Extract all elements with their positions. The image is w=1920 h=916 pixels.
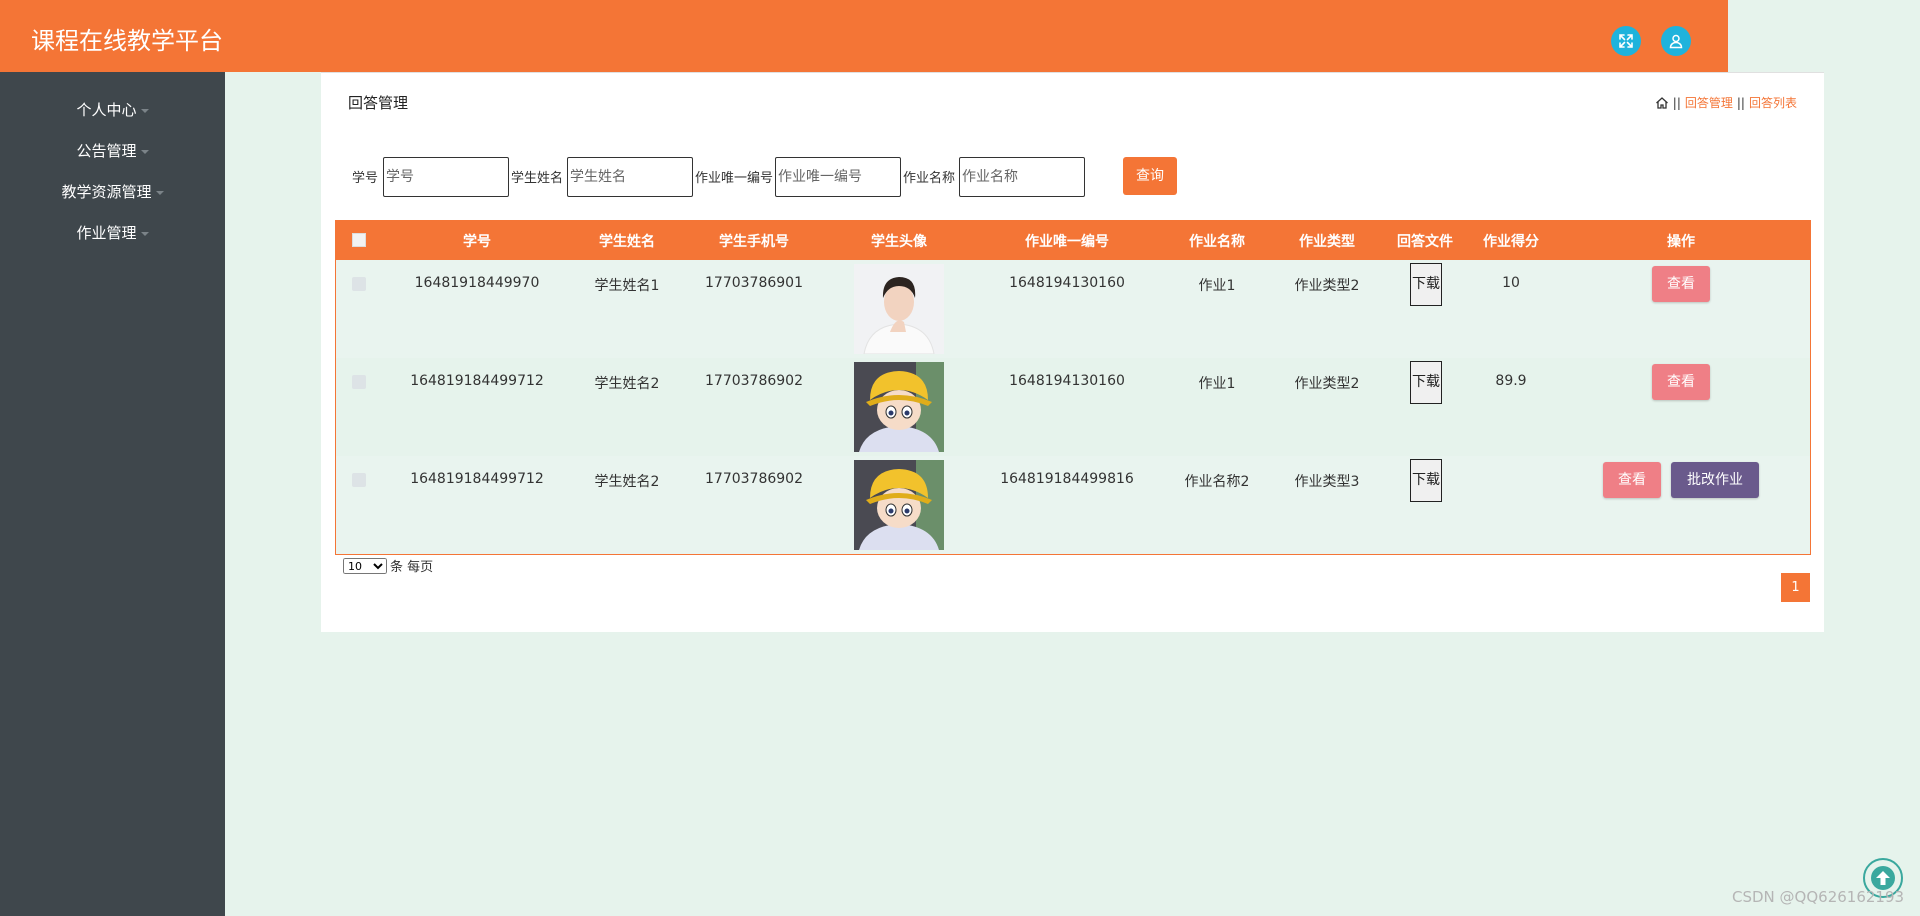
page-number-current[interactable]: 1 <box>1781 573 1810 602</box>
column-header: 学生手机号 <box>719 234 789 250</box>
row-checkbox[interactable] <box>352 473 366 487</box>
student-id-label: 学号 <box>352 171 379 186</box>
homework-name-label: 作业名称 <box>903 171 956 186</box>
page-title: 回答管理 <box>348 94 409 112</box>
view-button[interactable]: 查看 <box>1603 462 1661 498</box>
page-size-control: 10 条 每页 <box>343 556 433 575</box>
cell-student-name: 学生姓名2 <box>594 376 660 392</box>
watermark-text: CSDN @QQ626162193 <box>1732 888 1905 906</box>
cell-score: 89.9 <box>1495 373 1527 389</box>
top-bar: 课程在线教学平台 <box>0 0 1728 72</box>
student-avatar <box>854 264 944 354</box>
cell-homework-id: 1648194130160 <box>1009 373 1125 389</box>
cell-homework-name: 作业1 <box>1198 376 1236 392</box>
row-checkbox[interactable] <box>352 277 366 291</box>
download-button[interactable]: 下载 <box>1410 263 1442 306</box>
cell-homework-id: 164819184499816 <box>1000 471 1134 487</box>
column-header: 作业名称 <box>1189 234 1245 250</box>
homework-id-label: 作业唯一编号 <box>695 171 774 186</box>
column-header: 学号 <box>463 234 491 250</box>
download-button[interactable]: 下载 <box>1410 361 1442 404</box>
cell-homework-type: 作业类型3 <box>1294 474 1360 490</box>
column-header: 学生姓名 <box>599 234 655 250</box>
cell-homework-id: 1648194130160 <box>1009 275 1125 291</box>
cell-phone: 17703786901 <box>705 275 803 291</box>
student-name-input[interactable] <box>567 157 693 197</box>
cell-student-id: 164819184499712 <box>410 471 544 487</box>
user-icon[interactable] <box>1661 26 1691 56</box>
fullscreen-icon[interactable] <box>1611 26 1641 56</box>
column-header: 操作 <box>1667 234 1695 250</box>
column-header: 作业得分 <box>1483 234 1539 250</box>
cell-score: 10 <box>1502 275 1520 291</box>
breadcrumb-separator: || <box>1736 96 1745 110</box>
student-name-label: 学生姓名 <box>511 171 564 186</box>
column-header: 回答文件 <box>1397 234 1453 250</box>
table-row: 16481918449970 学生姓名1 17703786901 1648194… <box>336 260 1810 358</box>
download-button[interactable]: 下载 <box>1410 459 1442 502</box>
row-checkbox[interactable] <box>352 375 366 389</box>
cell-student-name: 学生姓名2 <box>594 474 660 490</box>
home-icon[interactable] <box>1655 96 1669 110</box>
student-id-input[interactable] <box>383 157 509 197</box>
breadcrumb-item[interactable]: 回答列表 <box>1749 93 1797 113</box>
cell-phone: 17703786902 <box>705 471 803 487</box>
view-button[interactable]: 查看 <box>1652 266 1710 302</box>
breadcrumb: || 回答管理 || 回答列表 <box>1655 93 1797 113</box>
breadcrumb-separator: || <box>1672 96 1681 110</box>
table-row: 164819184499712 学生姓名2 17703786902 164819… <box>336 358 1810 456</box>
sidebar-item-label: 个人中心 <box>76 101 137 119</box>
column-header: 作业类型 <box>1299 234 1355 250</box>
table-header: 学号 学生姓名 学生手机号 学生头像 作业唯一编号 作业名称 作业类型 回答文件… <box>336 221 1810 260</box>
search-bar: 学号 学生姓名 作业唯一编号 作业名称 <box>0 157 1200 197</box>
cell-homework-name: 作业1 <box>1198 278 1236 294</box>
cell-phone: 17703786902 <box>705 373 803 389</box>
student-avatar <box>854 362 944 452</box>
cell-student-id: 16481918449970 <box>414 275 540 291</box>
sidebar: 个人中心 公告管理 教学资源管理 作业管理 <box>0 72 225 916</box>
table-row: 164819184499712 学生姓名2 17703786902 164819… <box>336 456 1810 554</box>
page-size-select[interactable]: 10 <box>343 557 387 574</box>
cell-homework-name: 作业名称2 <box>1184 474 1250 490</box>
grade-homework-button[interactable]: 批改作业 <box>1671 462 1759 498</box>
view-button[interactable]: 查看 <box>1652 364 1710 400</box>
homework-id-input[interactable] <box>775 157 901 197</box>
page-size-suffix: 条 每页 <box>390 560 434 575</box>
cell-student-name: 学生姓名1 <box>594 278 660 294</box>
cell-student-id: 164819184499712 <box>410 373 544 389</box>
cell-homework-type: 作业类型2 <box>1294 278 1360 294</box>
cell-homework-type: 作业类型2 <box>1294 376 1360 392</box>
select-all-checkbox[interactable] <box>352 233 366 247</box>
sidebar-item-personal-center[interactable]: 个人中心 <box>0 100 225 120</box>
caret-down-icon <box>140 149 149 154</box>
column-header: 作业唯一编号 <box>1025 234 1109 250</box>
caret-down-icon <box>140 108 149 113</box>
caret-down-icon <box>140 231 149 236</box>
sidebar-item-label: 作业管理 <box>76 224 137 242</box>
app-title: 课程在线教学平台 <box>31 27 223 55</box>
answers-table: 学号 学生姓名 学生手机号 学生头像 作业唯一编号 作业名称 作业类型 回答文件… <box>335 220 1811 555</box>
column-header: 学生头像 <box>871 234 927 250</box>
breadcrumb-item[interactable]: 回答管理 <box>1685 93 1733 113</box>
homework-name-input[interactable] <box>959 157 1085 197</box>
sidebar-item-homework[interactable]: 作业管理 <box>0 223 225 243</box>
student-avatar <box>854 460 944 550</box>
search-button[interactable]: 查询 <box>1123 157 1177 195</box>
